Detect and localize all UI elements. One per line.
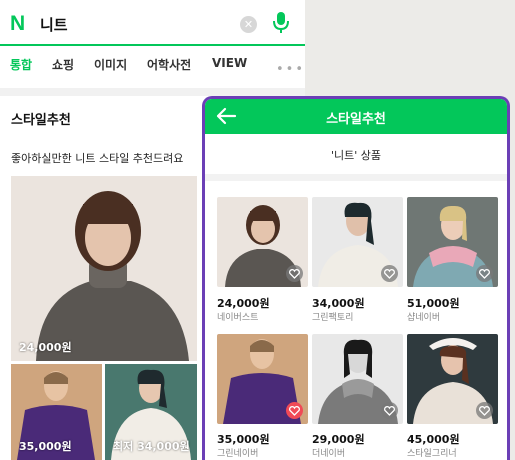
modal-header: 스타일추천 — [205, 99, 507, 134]
product-price-5: 29,000원 — [312, 433, 365, 446]
tab-images[interactable]: 이미지 — [94, 56, 127, 73]
product-card-5[interactable] — [312, 334, 403, 424]
tab-dictionary[interactable]: 어학사전 — [147, 56, 191, 73]
microphone-icon[interactable] — [271, 11, 291, 35]
product-shop-1: 네이버스트 — [217, 313, 259, 323]
section-subtitle: 좋아하실만한 니트 스타일 추천드려요 — [11, 152, 184, 165]
main-price-label: 24,000원 — [19, 341, 72, 354]
heart-icon[interactable] — [476, 265, 493, 282]
modal-title: 스타일추천 — [326, 112, 386, 127]
heart-icon[interactable] — [476, 402, 493, 419]
thumb-style-photo-2[interactable]: 최저 34,000원 — [105, 364, 197, 460]
more-icon[interactable]: ••• — [276, 62, 305, 77]
modal-subtitle: '니트' 상품 — [330, 149, 382, 162]
search-tabs: 통합 쇼핑 이미지 어학사전 VIEW — [0, 56, 305, 80]
product-price-3: 51,000원 — [407, 297, 460, 310]
tab-shopping[interactable]: 쇼핑 — [52, 56, 74, 73]
product-card-1[interactable] — [217, 197, 308, 287]
main-style-photo[interactable]: 24,000원 — [11, 176, 197, 361]
tab-view[interactable]: VIEW — [212, 56, 247, 70]
search-input[interactable]: 니트 — [40, 14, 68, 35]
clear-icon[interactable]: ✕ — [240, 16, 257, 33]
product-shop-6: 스타일그리너 — [407, 449, 457, 459]
style-recommendation-modal: 스타일추천 '니트' 상품 24,000원 네이버스트 34,000원 그린팩토… — [202, 96, 510, 460]
product-card-3[interactable] — [407, 197, 498, 287]
product-price-6: 45,000원 — [407, 433, 460, 446]
tab-integrated[interactable]: 통합 — [10, 56, 32, 73]
product-price-2: 34,000원 — [312, 297, 365, 310]
section-divider — [0, 88, 305, 96]
product-shop-5: 더네이버 — [312, 449, 346, 459]
naver-logo[interactable]: N — [10, 12, 25, 36]
product-price-1: 24,000원 — [217, 297, 270, 310]
heart-icon[interactable] — [286, 265, 303, 282]
heart-icon[interactable] — [381, 265, 398, 282]
product-shop-3: 샵네이버 — [407, 313, 441, 323]
thumb-price-label-1: 35,000원 — [19, 440, 72, 453]
modal-divider — [205, 174, 507, 181]
model-photo-image — [11, 176, 197, 361]
search-bar: N 니트 ✕ — [0, 0, 305, 46]
product-card-4[interactable] — [217, 334, 308, 424]
product-card-6[interactable] — [407, 334, 498, 424]
thumb-style-photo-1[interactable]: 35,000원 — [11, 364, 102, 460]
section-title: 스타일추천 — [11, 113, 71, 128]
product-shop-4: 그린네이버 — [217, 449, 259, 459]
product-card-2[interactable] — [312, 197, 403, 287]
product-shop-2: 그린팩토리 — [312, 313, 354, 323]
heart-icon[interactable] — [381, 402, 398, 419]
product-price-4: 35,000원 — [217, 433, 270, 446]
thumb-price-label-2: 최저 34,000원 — [113, 440, 190, 453]
heart-filled-icon[interactable] — [286, 402, 303, 419]
